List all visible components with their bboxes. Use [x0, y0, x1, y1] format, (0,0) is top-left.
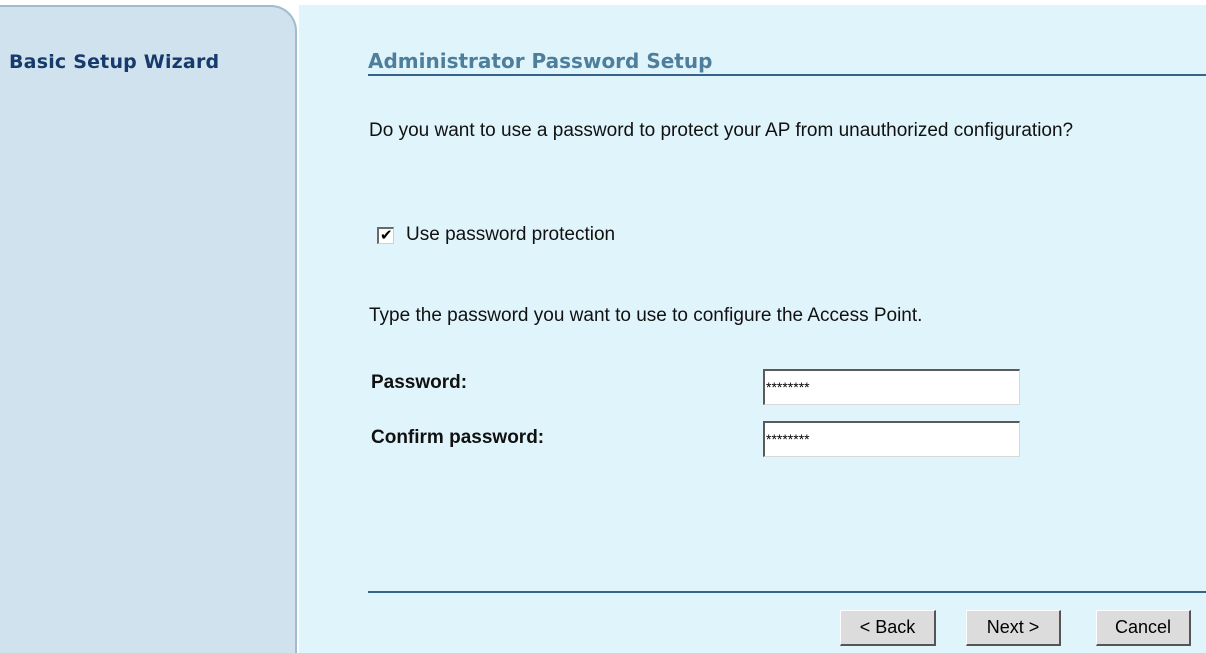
use-password-checkbox[interactable]: ✔	[377, 225, 394, 244]
footer-divider	[368, 591, 1206, 593]
sidebar: Basic Setup Wizard	[0, 5, 297, 653]
wizard-window: Basic Setup Wizard Administrator Passwor…	[0, 0, 1206, 653]
cancel-button[interactable]: Cancel	[1096, 610, 1191, 646]
back-button[interactable]: < Back	[840, 610, 936, 646]
main-panel: Administrator Password Setup Do you want…	[299, 5, 1206, 653]
page-title: Administrator Password Setup	[368, 49, 713, 73]
next-button[interactable]: Next >	[966, 610, 1061, 646]
confirm-password-field[interactable]: ********	[763, 421, 1020, 457]
sidebar-title: Basic Setup Wizard	[9, 51, 220, 73]
title-divider	[368, 74, 1206, 76]
checkmark-icon: ✔	[380, 225, 393, 244]
password-question: Do you want to use a password to protect…	[369, 120, 1074, 141]
password-field[interactable]: ********	[763, 369, 1020, 405]
use-password-label[interactable]: Use password protection	[406, 224, 615, 246]
password-instruction: Type the password you want to use to con…	[369, 305, 923, 326]
password-label: Password:	[371, 372, 468, 393]
confirm-password-label: Confirm password:	[371, 427, 545, 448]
use-password-option[interactable]: ✔ Use password protection	[377, 224, 615, 246]
